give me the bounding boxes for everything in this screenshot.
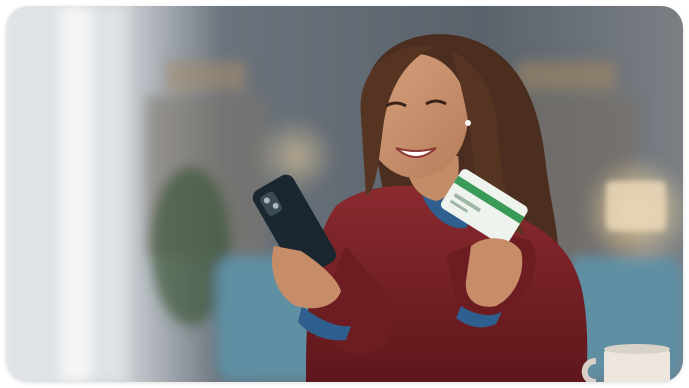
photo-card xyxy=(6,6,683,382)
photo xyxy=(6,6,683,382)
